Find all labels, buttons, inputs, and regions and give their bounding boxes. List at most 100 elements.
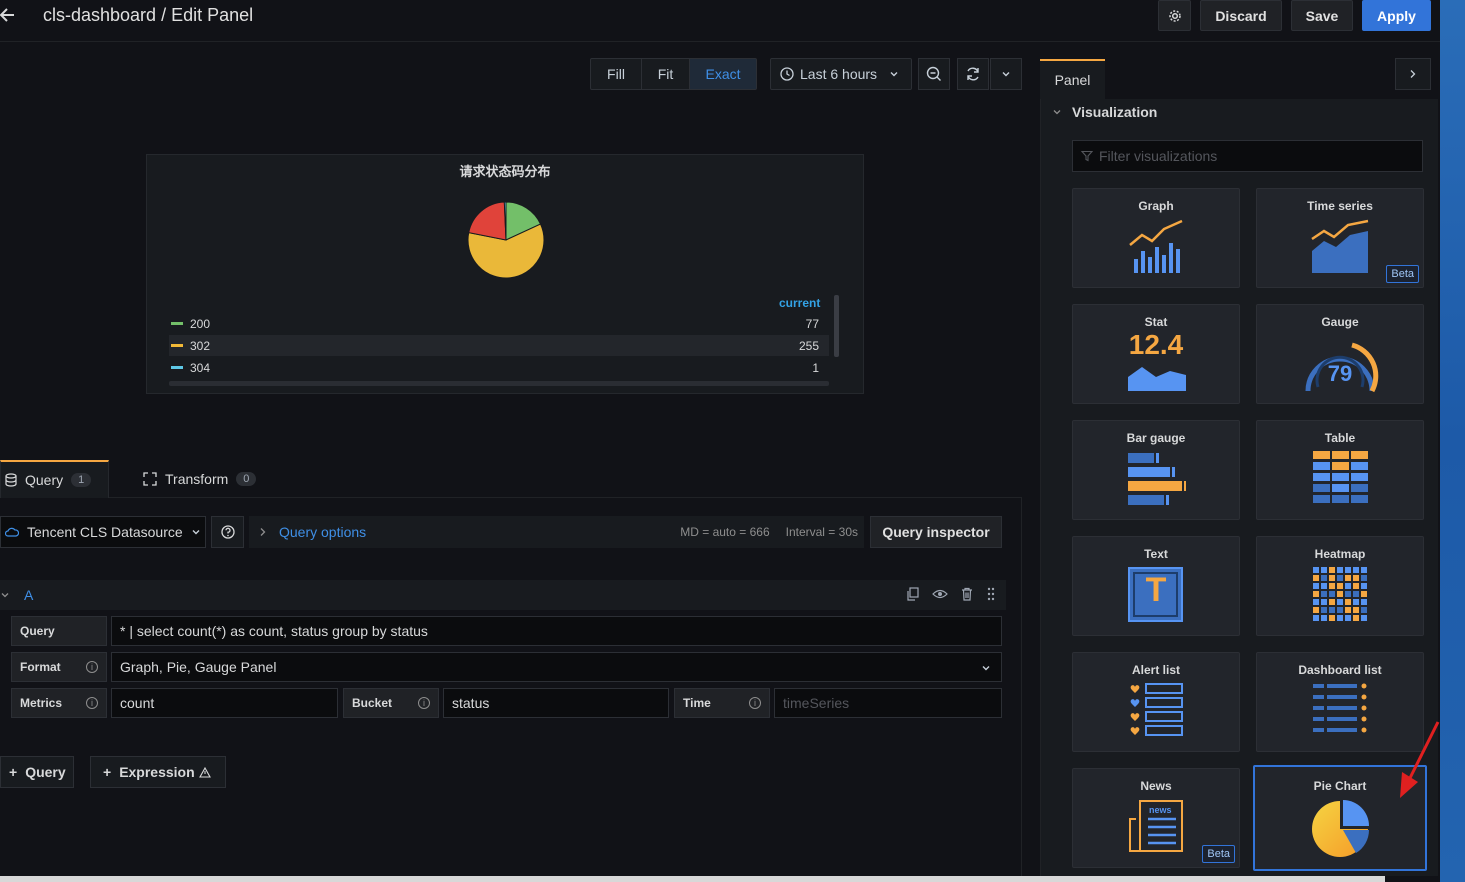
fit-button[interactable]: Fit <box>642 59 690 89</box>
viz-card-stat[interactable]: Stat 12.4 <box>1072 304 1240 404</box>
collapse-chevron-icon[interactable] <box>0 590 10 600</box>
legend-current-header: current <box>779 296 821 310</box>
visualization-section-label: Visualization <box>1072 104 1158 120</box>
add-expression-button[interactable]: + Expression <box>90 756 226 788</box>
tab-transform-label: Transform <box>165 471 229 487</box>
info-icon[interactable]: i <box>749 697 761 709</box>
viz-name: Bar gauge <box>1126 431 1186 445</box>
query-field-label: Query <box>11 616 107 646</box>
info-icon[interactable]: i <box>86 661 98 673</box>
tab-panel[interactable]: Panel <box>1040 59 1105 99</box>
discard-button[interactable]: Discard <box>1200 0 1282 31</box>
legend-row[interactable]: 200 77 <box>169 313 829 334</box>
copy-icon[interactable] <box>906 587 920 601</box>
viz-card-gauge[interactable]: Gauge 79 <box>1256 304 1424 404</box>
refresh-interval-dropdown[interactable] <box>990 58 1022 90</box>
heatmap-cell <box>1337 583 1343 589</box>
heatmap-cell <box>1329 599 1335 605</box>
query-ref-id[interactable]: A <box>24 587 33 603</box>
table-icon <box>1313 451 1368 503</box>
legend-series-value: 1 <box>812 360 819 375</box>
heatmap-cell <box>1337 591 1343 597</box>
panel-preview[interactable]: 请求状态码分布 current 200 77 302 255 304 1 <box>146 154 864 394</box>
viz-card-alert-list[interactable]: Alert list <box>1072 652 1240 752</box>
eye-icon[interactable] <box>932 587 948 601</box>
apply-button[interactable]: Apply <box>1362 0 1431 31</box>
heatmap-cell <box>1321 607 1327 613</box>
viz-card-text[interactable]: Text T <box>1072 536 1240 636</box>
legend-series-name: 304 <box>190 360 211 375</box>
display-mode-group: Fill Fit Exact <box>590 58 757 90</box>
zoom-out-icon <box>926 66 941 81</box>
time-series-icon <box>1311 219 1369 273</box>
heatmap-cell <box>1353 583 1359 589</box>
info-icon[interactable]: i <box>418 697 430 709</box>
time-range-label: Last 6 hours <box>800 66 878 82</box>
gauge-icon-value: 79 <box>1327 361 1353 386</box>
query-inspector-button[interactable]: Query inspector <box>870 516 1002 548</box>
zoom-out-button[interactable] <box>918 58 950 90</box>
legend-vertical-scrollbar[interactable] <box>834 295 839 357</box>
bucket-label-text: Bucket <box>352 696 393 710</box>
query-options-link[interactable]: Query options <box>279 524 366 540</box>
format-select[interactable]: Graph, Pie, Gauge Panel <box>111 652 1002 682</box>
exact-button[interactable]: Exact <box>690 59 756 89</box>
collapse-options-button[interactable] <box>1395 58 1431 90</box>
viz-card-heatmap[interactable]: Heatmap <box>1256 536 1424 636</box>
add-expression-label: Expression <box>119 764 195 780</box>
heatmap-cell <box>1353 567 1359 573</box>
datasource-name: Tencent CLS Datasource <box>27 524 183 540</box>
trash-icon[interactable] <box>960 587 974 601</box>
fill-button[interactable]: Fill <box>591 59 642 89</box>
time-range-picker[interactable]: Last 6 hours <box>770 58 912 90</box>
viz-card-table[interactable]: Table <box>1256 420 1424 520</box>
heatmap-cell <box>1329 591 1335 597</box>
query-text-input[interactable]: * | select count(*) as count, status gro… <box>111 616 1002 646</box>
heatmap-cell <box>1337 615 1343 621</box>
annotation-arrow <box>1400 721 1440 798</box>
info-icon[interactable]: i <box>86 697 98 709</box>
visualization-section-header[interactable]: Visualization <box>1052 104 1157 120</box>
gear-icon <box>1168 9 1181 22</box>
tab-transform[interactable]: Transform 0 <box>143 460 257 498</box>
viz-name: Graph <box>1138 199 1174 213</box>
cloud-icon <box>5 527 19 537</box>
back-arrow-icon[interactable] <box>0 6 16 24</box>
heatmap-cell <box>1353 575 1359 581</box>
add-query-button[interactable]: + Query <box>0 756 74 788</box>
heatmap-cell <box>1345 591 1351 597</box>
legend-series-value: 77 <box>805 316 819 331</box>
legend-row[interactable]: 304 1 <box>169 357 829 378</box>
heatmap-cell <box>1345 575 1351 581</box>
graph-icon <box>1129 219 1183 273</box>
viz-card-time-series[interactable]: Time series Beta <box>1256 188 1424 288</box>
legend-horizontal-scrollbar[interactable] <box>169 381 829 386</box>
time-input[interactable]: timeSeries <box>774 688 1002 718</box>
heatmap-cell <box>1321 583 1327 589</box>
window-bottom-edge <box>0 876 1385 882</box>
refresh-button[interactable] <box>957 58 989 90</box>
viz-card-news[interactable]: News news Beta <box>1072 768 1240 868</box>
drag-handle-icon[interactable] <box>986 587 996 601</box>
query-row-header[interactable]: A <box>0 580 1006 610</box>
legend-swatch <box>171 344 183 347</box>
legend-row[interactable]: 302 255 <box>169 335 829 356</box>
clock-icon <box>780 67 794 81</box>
heatmap-cell <box>1361 575 1367 581</box>
max-data-points-text: MD = auto = 666 <box>680 525 770 539</box>
query-options-bar[interactable]: Query options MD = auto = 666 Interval =… <box>249 516 864 548</box>
datasource-help-button[interactable] <box>211 516 244 548</box>
datasource-picker[interactable]: Tencent CLS Datasource <box>0 516 206 548</box>
heatmap-cell <box>1361 591 1367 597</box>
settings-button[interactable] <box>1158 0 1191 31</box>
heatmap-icon <box>1313 567 1367 621</box>
viz-card-bar-gauge[interactable]: Bar gauge <box>1072 420 1240 520</box>
tab-query[interactable]: Query 1 <box>0 460 109 498</box>
pie-chart[interactable] <box>465 199 547 281</box>
save-button[interactable]: Save <box>1291 0 1353 31</box>
metrics-input[interactable]: count <box>111 688 338 718</box>
viz-card-graph[interactable]: Graph <box>1072 188 1240 288</box>
filter-visualizations-input[interactable]: Filter visualizations <box>1072 140 1423 172</box>
heatmap-cell <box>1337 575 1343 581</box>
bucket-input[interactable]: status <box>443 688 669 718</box>
